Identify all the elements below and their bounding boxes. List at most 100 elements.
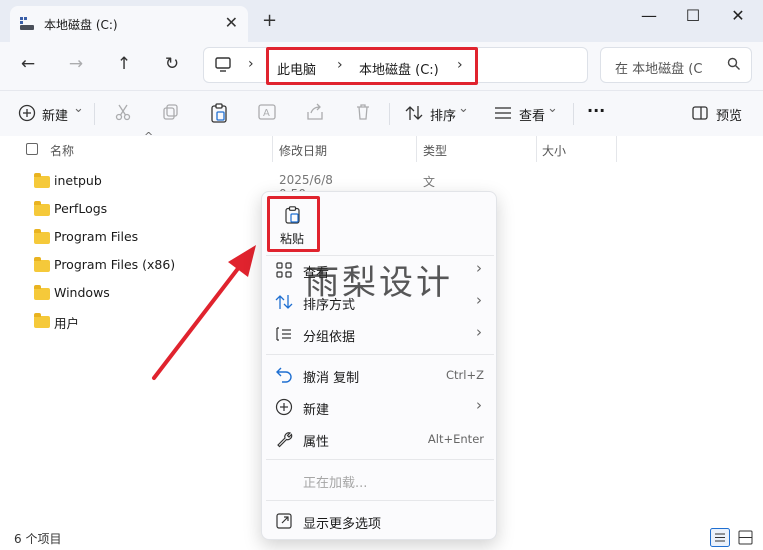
computer-icon	[215, 57, 231, 72]
menu-divider	[266, 354, 494, 355]
new-dropdown-icon[interactable]: ⌄	[73, 101, 84, 116]
group-by-icon	[276, 327, 291, 341]
new-plus-icon	[18, 104, 36, 122]
new-tab-button[interactable]: +	[262, 10, 277, 31]
paste-icon	[285, 206, 300, 224]
column-type[interactable]: 类型	[423, 142, 447, 159]
column-size[interactable]: 大小	[542, 142, 566, 159]
close-window-button[interactable]: ✕	[723, 6, 753, 26]
delete-icon[interactable]	[354, 103, 372, 121]
tab-title: 本地磁盘 (C:)	[44, 18, 118, 32]
forward-button[interactable]: →	[62, 54, 90, 78]
folder-icon	[34, 201, 50, 216]
divider	[573, 103, 574, 125]
file-name: Program Files (x86)	[54, 257, 176, 272]
divider	[94, 103, 95, 125]
breadcrumb-separator: ›	[248, 56, 254, 72]
folder-icon	[34, 285, 50, 300]
view-grid-icon	[276, 262, 292, 278]
search-icon	[727, 57, 740, 70]
tab-close-icon[interactable]: ✕	[225, 13, 238, 32]
rename-icon[interactable]: A	[258, 103, 276, 121]
command-bar: 新建 ⌄ A 排序 ⌄ 查看 ⌄ ··· 预览	[0, 90, 763, 136]
watermark-text: 雨梨设计	[305, 263, 453, 303]
submenu-arrow-icon: ›	[476, 323, 482, 341]
menu-item-label: 正在加载...	[303, 476, 368, 491]
refresh-button[interactable]: ↻	[158, 54, 186, 78]
wrench-icon	[277, 432, 293, 448]
back-button[interactable]: ←	[14, 54, 42, 78]
breadcrumb-this-pc[interactable]: 此电脑	[277, 59, 316, 78]
folder-icon	[34, 313, 50, 328]
new-button[interactable]: 新建	[42, 105, 68, 124]
column-separator[interactable]	[272, 136, 273, 162]
menu-item-show-more-options[interactable]: 显示更多选项	[262, 506, 498, 536]
shortcut-text: Ctrl+Z	[446, 368, 484, 382]
submenu-arrow-icon: ›	[476, 396, 482, 414]
preview-pane-icon	[692, 106, 708, 120]
file-name: Program Files	[54, 229, 139, 244]
svg-text:A: A	[263, 108, 270, 119]
paste-label: 粘贴	[280, 232, 305, 246]
menu-item-loading: 正在加载...	[262, 465, 498, 495]
view-button[interactable]: 查看	[519, 105, 545, 124]
sort-ascending-icon: ^	[144, 130, 154, 143]
menu-item-group-by[interactable]: 分组依据 ›	[262, 319, 498, 349]
title-bar: 本地磁盘 (C:) ✕ + — ☐ ✕	[0, 0, 763, 42]
maximize-button[interactable]: ☐	[678, 6, 708, 26]
breadcrumb-local-disk[interactable]: 本地磁盘 (C:)	[359, 59, 439, 78]
share-icon[interactable]	[306, 103, 324, 121]
file-name: Windows	[54, 285, 110, 300]
cut-icon[interactable]	[114, 103, 132, 121]
menu-item-label: 新建	[303, 403, 330, 418]
file-row[interactable]: Windows	[0, 279, 260, 307]
search-box[interactable]: 在 本地磁盘 (C	[600, 47, 752, 83]
folder-icon	[34, 173, 50, 188]
details-view-icon[interactable]	[710, 528, 730, 547]
sort-icon	[275, 295, 293, 309]
more-options-icon[interactable]: ···	[587, 101, 605, 120]
column-separator[interactable]	[416, 136, 417, 162]
submenu-arrow-icon: ›	[476, 259, 482, 277]
context-menu: 粘贴 查看 › 排序方式 › 分组依据 › 撤消 复制 Ctrl+Z 新建 › …	[261, 191, 497, 540]
divider	[389, 103, 390, 125]
file-name: 用户	[54, 316, 80, 331]
menu-divider	[266, 500, 494, 501]
copy-icon[interactable]	[162, 103, 180, 121]
tab-local-disk[interactable]: 本地磁盘 (C:) ✕	[10, 6, 248, 42]
select-all-checkbox[interactable]	[26, 143, 38, 155]
preview-button[interactable]: 预览	[716, 105, 742, 124]
breadcrumb-separator[interactable]: ›	[457, 57, 463, 73]
file-row[interactable]: 用户	[0, 307, 260, 335]
column-name[interactable]: 名称	[50, 142, 74, 159]
tiles-view-icon[interactable]	[738, 530, 753, 545]
column-separator[interactable]	[616, 136, 617, 162]
view-icon	[495, 107, 511, 119]
file-name: PerfLogs	[54, 201, 108, 216]
paste-button[interactable]: 粘贴	[267, 196, 320, 252]
view-dropdown-icon[interactable]: ⌄	[547, 101, 558, 116]
sort-icon	[405, 106, 423, 120]
paste-icon[interactable]	[210, 103, 228, 123]
new-plus-icon	[275, 398, 293, 416]
menu-item-properties[interactable]: 属性 Alt+Enter	[262, 424, 498, 454]
submenu-arrow-icon: ›	[476, 291, 482, 309]
minimize-button[interactable]: —	[634, 6, 664, 26]
file-row[interactable]: Program Files	[0, 223, 260, 251]
item-count: 6 个项目	[14, 532, 62, 546]
folder-icon	[34, 257, 50, 272]
navigation-bar: ← → ↑ ↻ › 此电脑 › 本地磁盘 (C:) › 在 本地磁盘 (C	[0, 42, 763, 90]
file-row[interactable]: inetpub 2025/6/8 0:50 文件夹	[0, 167, 435, 223]
menu-item-new[interactable]: 新建 ›	[262, 392, 498, 422]
menu-divider	[266, 459, 494, 460]
column-separator[interactable]	[536, 136, 537, 162]
sort-dropdown-icon[interactable]: ⌄	[458, 101, 469, 116]
sort-button[interactable]: 排序	[430, 105, 456, 124]
up-button[interactable]: ↑	[110, 54, 138, 78]
file-name: inetpub	[54, 173, 102, 188]
file-row[interactable]: PerfLogs	[0, 195, 260, 223]
column-date[interactable]: 修改日期	[279, 142, 327, 159]
file-row[interactable]: Program Files (x86)	[0, 251, 260, 279]
menu-item-undo-copy[interactable]: 撤消 复制 Ctrl+Z	[262, 360, 498, 390]
address-bar[interactable]: › 此电脑 › 本地磁盘 (C:) ›	[203, 47, 588, 85]
